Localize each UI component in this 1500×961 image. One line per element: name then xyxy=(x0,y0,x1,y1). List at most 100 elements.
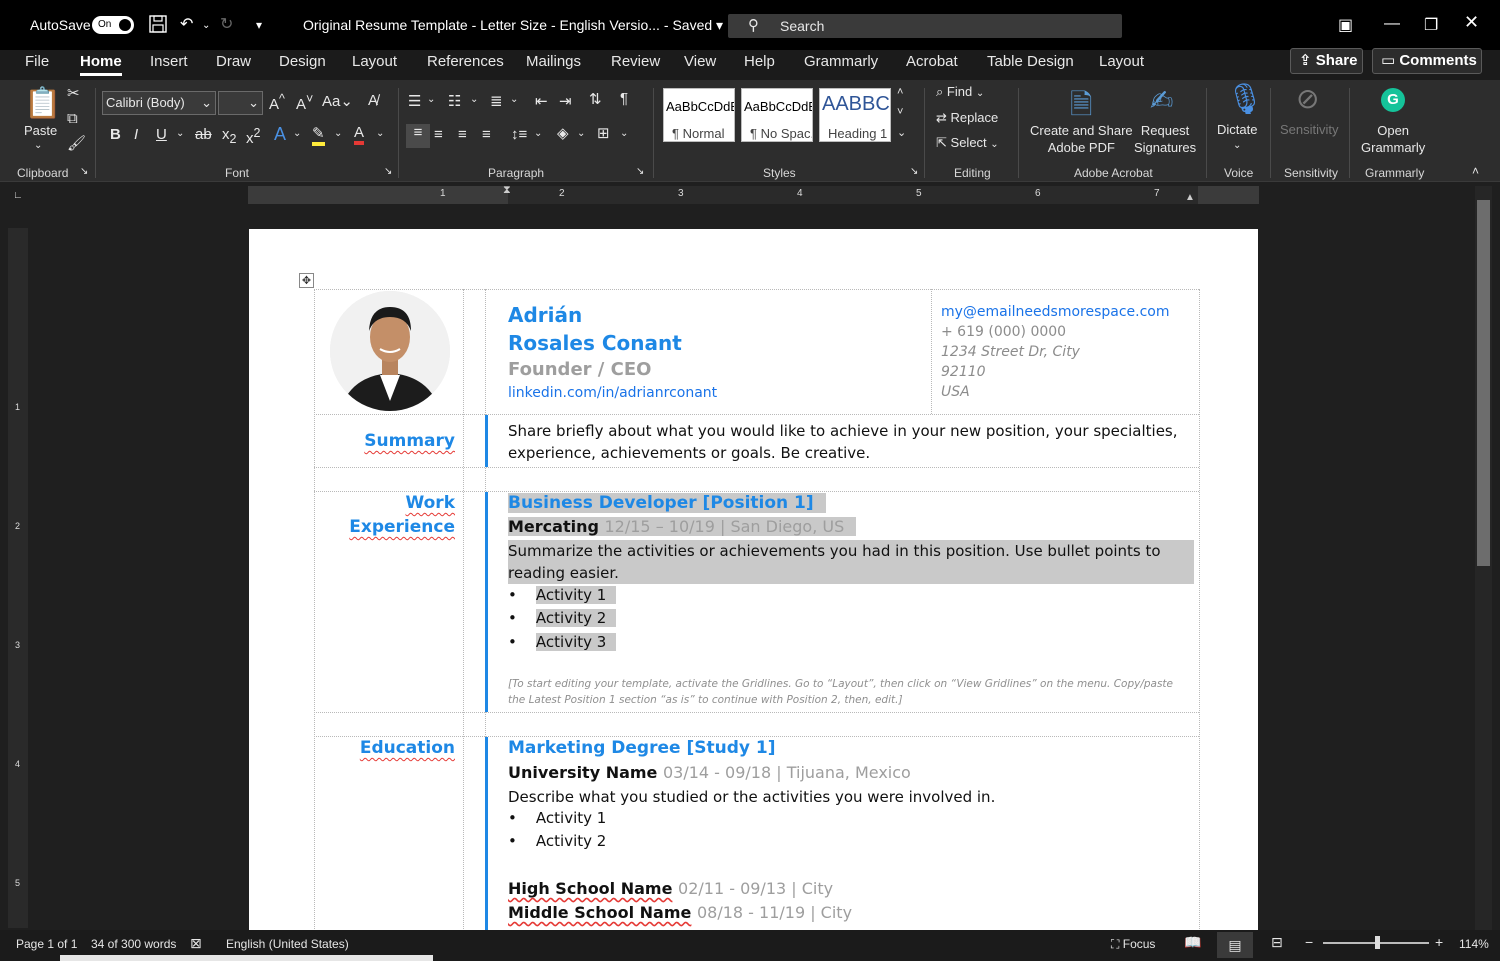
read-mode-icon[interactable]: 📖 xyxy=(1184,934,1201,951)
paragraph-launcher-icon[interactable]: ↘ xyxy=(636,166,644,177)
tab-file[interactable]: File xyxy=(25,53,49,70)
borders-dropdown-icon[interactable]: ⌄ xyxy=(620,128,628,139)
justify-icon[interactable]: ≡ xyxy=(482,126,491,143)
multilevel-list-icon[interactable]: ≣ xyxy=(490,92,503,110)
dictate-button[interactable]: Dictate xyxy=(1217,122,1257,137)
styles-scroll-down-icon[interactable]: ˅ xyxy=(897,106,903,118)
tab-table-design[interactable]: Table Design xyxy=(987,53,1074,70)
focus-button[interactable]: ⛶ Focus xyxy=(1111,937,1155,952)
increase-indent-icon[interactable]: ⇥ xyxy=(559,92,572,110)
minimize-icon[interactable]: — xyxy=(1384,15,1400,33)
bold-icon[interactable]: B xyxy=(110,126,121,143)
style-no-spacing[interactable]: AaBbCcDdE¶ No Spac... xyxy=(741,88,813,142)
text-effects-dropdown-icon[interactable]: ⌄ xyxy=(293,128,301,139)
paste-dropdown-icon[interactable]: ⌄ xyxy=(34,140,42,151)
align-center-icon[interactable]: ≡ xyxy=(434,126,443,143)
zoom-slider-thumb[interactable] xyxy=(1375,936,1380,949)
page-count[interactable]: Page 1 of 1 xyxy=(16,937,77,951)
numbering-dropdown-icon[interactable]: ⌄ xyxy=(470,94,478,105)
web-layout-icon[interactable]: ⊟ xyxy=(1271,934,1283,951)
clear-formatting-icon[interactable]: A̸ xyxy=(368,92,378,109)
request-signatures-icon[interactable]: ✍ xyxy=(1150,84,1173,117)
tab-help[interactable]: Help xyxy=(744,53,775,70)
vertical-scrollbar[interactable] xyxy=(1475,186,1492,930)
search-input[interactable]: ⚲ Search xyxy=(728,14,1122,38)
table-move-handle-icon[interactable]: ✥ xyxy=(299,273,314,288)
shrink-font-icon[interactable]: A˅ xyxy=(296,92,313,113)
tab-acrobat[interactable]: Acrobat xyxy=(906,53,958,70)
shading-icon[interactable]: ◈ xyxy=(557,124,569,142)
decrease-indent-icon[interactable]: ⇤ xyxy=(535,92,548,110)
font-family-select[interactable]: Calibri (Body) ⌄ xyxy=(102,91,216,115)
close-icon[interactable]: ✕ xyxy=(1464,12,1479,33)
tab-home[interactable]: Home xyxy=(80,53,122,76)
right-indent-marker-icon[interactable]: ▲ xyxy=(1185,192,1195,203)
italic-icon[interactable]: I xyxy=(134,126,138,143)
strikethrough-icon[interactable]: ab xyxy=(195,126,212,143)
styles-more-icon[interactable]: ⌄ xyxy=(897,126,906,139)
highlight-icon[interactable]: ✎ xyxy=(312,124,325,146)
tab-view[interactable]: View xyxy=(684,53,716,70)
word-count[interactable]: 34 of 300 words xyxy=(91,937,176,951)
grow-font-icon[interactable]: A^ xyxy=(269,92,285,113)
ribbon-display-icon[interactable]: ▣ xyxy=(1338,15,1353,35)
borders-icon[interactable]: ⊞ xyxy=(597,124,610,142)
bullets-dropdown-icon[interactable]: ⌄ xyxy=(427,94,435,105)
linkedin-link[interactable]: linkedin.com/in/adrianrconant xyxy=(508,385,717,401)
undo-dropdown-icon[interactable]: ⌄ xyxy=(202,20,210,31)
align-right-icon[interactable]: ≡ xyxy=(458,126,467,143)
change-case-icon[interactable]: Aa⌄ xyxy=(322,92,353,110)
tab-layout[interactable]: Layout xyxy=(352,53,397,70)
vertical-ruler[interactable]: 1 2 3 4 5 xyxy=(8,228,28,928)
tab-draw[interactable]: Draw xyxy=(216,53,251,70)
paste-button[interactable]: Paste xyxy=(24,123,57,138)
create-share-pdf-button[interactable]: Create and Share Adobe PDF xyxy=(1030,122,1133,156)
copy-icon[interactable]: ⧉ xyxy=(67,110,78,127)
share-button[interactable]: ⇪ Share xyxy=(1290,48,1363,74)
document-page[interactable]: ✥ Adrián Rosales Conant Founder / CEO li… xyxy=(249,229,1258,930)
align-left-icon[interactable]: ≡ xyxy=(406,124,430,148)
format-painter-icon[interactable]: 🖌 xyxy=(67,134,86,152)
proofing-icon[interactable]: ⊠ xyxy=(190,935,202,952)
undo-icon[interactable]: ↶ xyxy=(180,14,193,34)
underline-dropdown-icon[interactable]: ⌄ xyxy=(176,128,184,139)
tab-selector-icon[interactable]: ∟ xyxy=(13,190,23,201)
tab-references[interactable]: References xyxy=(427,53,504,70)
replace-button[interactable]: ⇄ Replace xyxy=(936,110,998,126)
customize-qat-icon[interactable]: ▾ xyxy=(256,18,262,32)
paste-icon[interactable]: 📋 xyxy=(24,86,61,121)
tab-design[interactable]: Design xyxy=(279,53,326,70)
font-color-icon[interactable]: A xyxy=(354,124,365,145)
subscript-icon[interactable]: x2 xyxy=(222,126,236,146)
print-layout-icon[interactable]: ▤ xyxy=(1217,932,1253,958)
request-signatures-button[interactable]: Request Signatures xyxy=(1134,122,1196,156)
style-heading-1[interactable]: AABBC(Heading 1 xyxy=(819,88,891,142)
grammarly-icon[interactable]: G xyxy=(1381,88,1405,112)
select-button[interactable]: ⇱ Select ⌄ xyxy=(936,135,999,151)
style-normal[interactable]: AaBbCcDdE ¶ Normal xyxy=(663,88,735,142)
line-spacing-icon[interactable]: ↕≡ xyxy=(511,126,527,143)
tab-grammarly[interactable]: Grammarly xyxy=(804,53,878,70)
cut-icon[interactable]: ✂ xyxy=(67,84,80,102)
styles-launcher-icon[interactable]: ↘ xyxy=(910,166,918,177)
save-icon[interactable] xyxy=(148,14,168,39)
styles-scroll-up-icon[interactable]: ˄ xyxy=(897,86,903,98)
open-grammarly-button[interactable]: Open Grammarly xyxy=(1361,122,1425,156)
scrollbar-thumb[interactable] xyxy=(1477,200,1490,566)
microphone-icon[interactable]: 🎙 xyxy=(1226,82,1264,117)
tab-review[interactable]: Review xyxy=(611,53,660,70)
clipboard-launcher-icon[interactable]: ↘ xyxy=(80,166,88,177)
autosave-toggle[interactable]: On xyxy=(92,16,134,34)
tab-table-layout[interactable]: Layout xyxy=(1099,53,1144,70)
sort-icon[interactable]: ⇅ xyxy=(589,90,602,108)
zoom-in-icon[interactable]: + xyxy=(1435,934,1443,950)
indent-marker-icon[interactable]: ⧗ xyxy=(503,184,511,197)
line-spacing-dropdown-icon[interactable]: ⌄ xyxy=(534,128,542,139)
font-launcher-icon[interactable]: ↘ xyxy=(384,166,392,177)
numbering-icon[interactable]: ☷ xyxy=(448,92,461,110)
font-size-select[interactable]: ⌄ xyxy=(218,91,263,115)
document-title[interactable]: Original Resume Template - Letter Size -… xyxy=(303,17,723,34)
zoom-level[interactable]: 114% xyxy=(1459,937,1489,951)
bullets-icon[interactable]: ☰ xyxy=(408,92,421,110)
dictate-dropdown-icon[interactable]: ⌄ xyxy=(1233,140,1241,151)
